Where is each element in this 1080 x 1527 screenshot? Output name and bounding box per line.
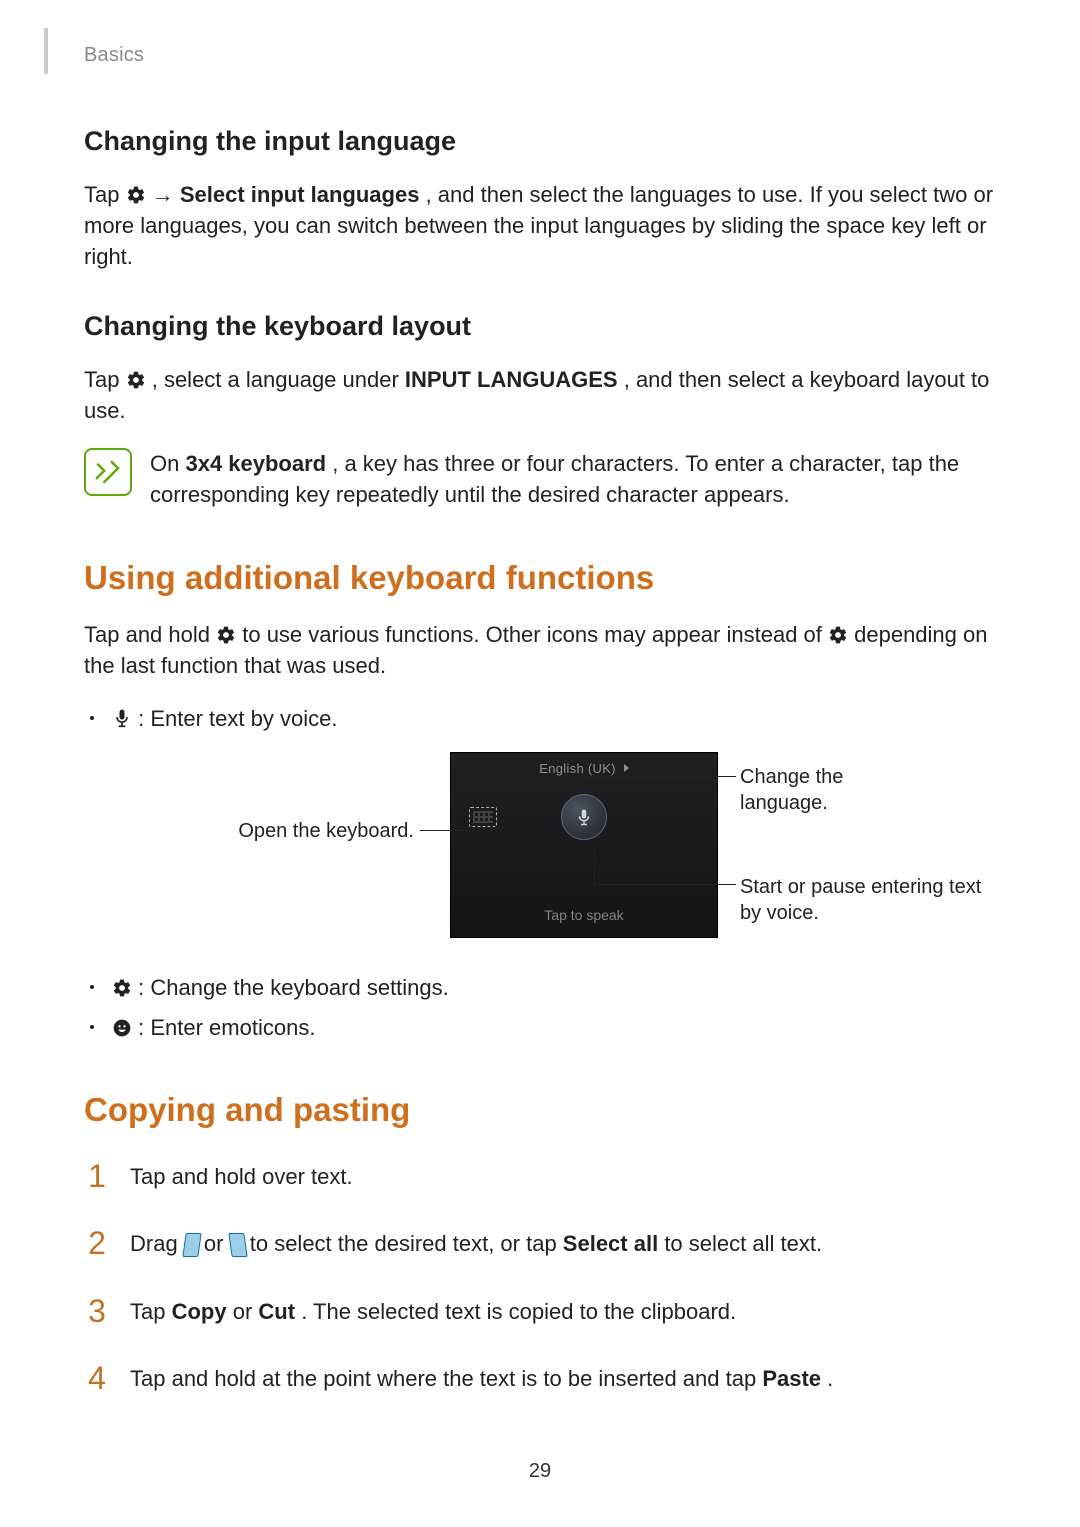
text-bold: Copy bbox=[172, 1299, 227, 1324]
leader-line bbox=[578, 776, 736, 777]
step-text: Tap and hold over text. bbox=[130, 1161, 353, 1192]
keyboard-icon bbox=[469, 807, 497, 827]
bullet-icon bbox=[90, 716, 94, 720]
section-breadcrumb: Basics bbox=[84, 28, 996, 67]
mid-row bbox=[451, 807, 717, 827]
steps-copy-paste: Tap and hold over text. Drag or to selec… bbox=[84, 1151, 996, 1399]
current-language-label: English (UK) bbox=[539, 761, 616, 776]
text-bold: Select input languages bbox=[180, 182, 420, 207]
bullet-icon bbox=[90, 1025, 94, 1029]
text: Tap and hold at the point where the text… bbox=[130, 1366, 762, 1391]
microphone-icon bbox=[112, 707, 132, 729]
text-bold: INPUT LANGUAGES bbox=[405, 367, 618, 392]
callout-voice: Start or pause entering text by voice. bbox=[740, 874, 1000, 926]
smiley-icon bbox=[112, 1018, 132, 1038]
text: or bbox=[204, 1231, 230, 1256]
page-number: 29 bbox=[0, 1460, 1080, 1483]
bullet-list-kb-functions-2: : Change the keyboard settings. : Enter … bbox=[84, 972, 996, 1042]
list-item-label: : Change the keyboard settings. bbox=[138, 975, 449, 1000]
text: to use various functions. Other icons ma… bbox=[242, 622, 828, 647]
step-item: Tap and hold over text. bbox=[84, 1151, 996, 1196]
bullet-icon bbox=[90, 985, 94, 989]
gear-icon bbox=[216, 625, 236, 645]
callout-open-keyboard: Open the keyboard. bbox=[234, 818, 414, 844]
heading-input-language: Changing the input language bbox=[84, 126, 996, 157]
heading-copy-paste: Copying and pasting bbox=[84, 1091, 996, 1129]
text: , select a language under bbox=[152, 367, 405, 392]
step-item: Tap Copy or Cut . The selected text is c… bbox=[84, 1286, 996, 1331]
callout-change-language: Change the language. bbox=[740, 764, 910, 816]
phone-screenshot: English (UK) Tap to speak bbox=[450, 752, 718, 938]
list-item-label: : Enter text by voice. bbox=[138, 706, 337, 731]
text: → bbox=[152, 182, 180, 207]
header-rule bbox=[44, 28, 48, 74]
note-icon bbox=[84, 448, 132, 496]
heading-keyboard-layout: Changing the keyboard layout bbox=[84, 311, 996, 342]
text-bold: 3x4 keyboard bbox=[185, 451, 326, 476]
list-item: : Enter emoticons. bbox=[84, 1012, 996, 1043]
bullet-list-kb-functions: : Enter text by voice. bbox=[84, 703, 996, 734]
text: . The selected text is copied to the cli… bbox=[301, 1299, 736, 1324]
selection-handle-left-icon bbox=[184, 1233, 198, 1255]
step-item: Drag or to select the desired text, or t… bbox=[84, 1218, 996, 1263]
paragraph-keyboard-layout: Tap , select a language under INPUT LANG… bbox=[84, 364, 996, 426]
text: or bbox=[233, 1299, 259, 1324]
note-box: On 3x4 keyboard , a key has three or fou… bbox=[84, 448, 996, 510]
language-row: English (UK) bbox=[451, 753, 717, 776]
leader-line bbox=[594, 849, 595, 885]
text: Drag bbox=[130, 1231, 184, 1256]
text: to select all text. bbox=[664, 1231, 822, 1256]
voice-input-diagram: English (UK) Tap to speak Open the keybo… bbox=[170, 752, 910, 952]
list-item: : Enter text by voice. bbox=[84, 703, 996, 734]
microphone-button bbox=[561, 794, 607, 840]
triangle-icon bbox=[624, 764, 629, 772]
text-bold: Cut bbox=[258, 1299, 295, 1324]
text: Tap bbox=[84, 367, 126, 392]
list-item-content: : Enter text by voice. bbox=[112, 703, 337, 734]
tap-to-speak-label: Tap to speak bbox=[451, 907, 717, 923]
heading-additional-keyboard-functions: Using additional keyboard functions bbox=[84, 559, 996, 597]
text: On bbox=[150, 451, 185, 476]
leader-line bbox=[596, 884, 736, 885]
manual-page: Basics Changing the input language Tap →… bbox=[0, 0, 1080, 1527]
step-text: Drag or to select the desired text, or t… bbox=[130, 1228, 822, 1259]
text: Tap bbox=[84, 182, 126, 207]
text: Tap bbox=[130, 1299, 172, 1324]
paragraph-input-language: Tap → Select input languages , and then … bbox=[84, 179, 996, 273]
list-item-content: : Change the keyboard settings. bbox=[112, 972, 449, 1003]
page-header: Basics bbox=[84, 28, 996, 88]
gear-icon bbox=[112, 978, 132, 998]
leader-line bbox=[420, 830, 468, 831]
step-text: Tap and hold at the point where the text… bbox=[130, 1363, 833, 1394]
gear-icon bbox=[126, 185, 146, 205]
text-bold: Select all bbox=[563, 1231, 658, 1256]
note-text: On 3x4 keyboard , a key has three or fou… bbox=[150, 448, 996, 510]
text-bold: Paste bbox=[762, 1366, 821, 1391]
text: Tap and hold bbox=[84, 622, 216, 647]
step-item: Tap and hold at the point where the text… bbox=[84, 1353, 996, 1398]
list-item: : Change the keyboard settings. bbox=[84, 972, 996, 1003]
gear-icon bbox=[828, 625, 848, 645]
selection-handle-right-icon bbox=[230, 1233, 244, 1255]
list-item-label: : Enter emoticons. bbox=[138, 1015, 315, 1040]
list-item-content: : Enter emoticons. bbox=[112, 1012, 315, 1043]
text: . bbox=[827, 1366, 833, 1391]
gear-icon bbox=[126, 370, 146, 390]
text: to select the desired text, or tap bbox=[250, 1231, 563, 1256]
paragraph-kb-functions: Tap and hold to use various functions. O… bbox=[84, 619, 996, 681]
step-text: Tap Copy or Cut . The selected text is c… bbox=[130, 1296, 736, 1327]
